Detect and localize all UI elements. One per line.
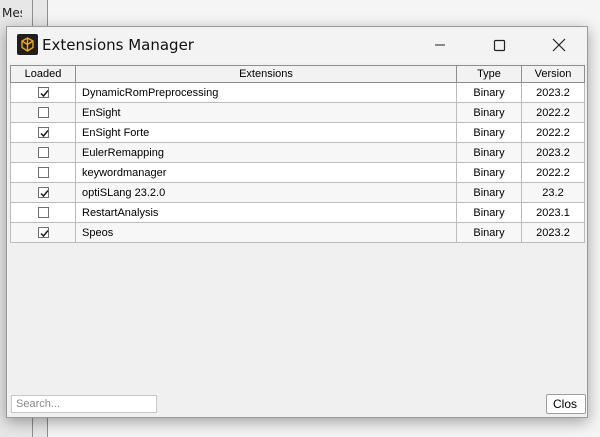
extension-type-cell: Binary — [456, 202, 522, 223]
extension-name-cell: EulerRemapping — [75, 142, 457, 163]
loaded-cell — [10, 142, 76, 163]
extensions-table-area: Loaded Extensions Type Version DynamicRo… — [10, 65, 585, 389]
extension-type-cell: Binary — [456, 162, 522, 183]
extension-type-cell: Binary — [456, 102, 522, 123]
loaded-cell — [10, 222, 76, 243]
extension-name-cell: keywordmanager — [75, 162, 457, 183]
extensions-manager-dialog: Extensions Manager Loaded Extensions Typ… — [6, 26, 588, 418]
close-button[interactable]: Clos — [546, 394, 586, 414]
search-input[interactable] — [11, 395, 157, 413]
checkmark-icon — [39, 90, 49, 98]
title-bar[interactable]: Extensions Manager — [7, 27, 587, 63]
extension-name-cell: Speos — [75, 222, 457, 243]
table-row[interactable]: DynamicRomPreprocessing Binary 2023.2 — [10, 82, 585, 103]
loaded-cell — [10, 202, 76, 223]
table-header-row: Loaded Extensions Type Version — [10, 65, 585, 83]
maximize-button[interactable] — [476, 27, 522, 63]
loaded-cell — [10, 182, 76, 203]
extension-name-cell: RestartAnalysis — [75, 202, 457, 223]
maximize-icon — [493, 39, 505, 51]
extension-type-cell: Binary — [456, 182, 522, 203]
extension-version-cell: 2023.2 — [521, 222, 585, 243]
loaded-cell — [10, 102, 76, 123]
extension-type-cell: Binary — [456, 82, 522, 103]
extension-type-cell: Binary — [456, 122, 522, 143]
table-row[interactable]: EnSight Forte Binary 2022.2 — [10, 122, 585, 143]
checkmark-icon — [39, 230, 49, 238]
extension-version-cell: 2023.2 — [521, 142, 585, 163]
extension-version-cell: 23.2 — [521, 182, 585, 203]
extensions-table: Loaded Extensions Type Version DynamicRo… — [10, 65, 585, 243]
table-row[interactable]: EulerRemapping Binary 2023.2 — [10, 142, 585, 163]
close-icon — [552, 38, 566, 52]
loaded-cell — [10, 122, 76, 143]
column-header-loaded[interactable]: Loaded — [10, 65, 76, 83]
loaded-checkbox[interactable] — [37, 187, 49, 199]
extension-name-cell: EnSight Forte — [75, 122, 457, 143]
column-header-type[interactable]: Type — [456, 65, 522, 83]
table-row[interactable]: keywordmanager Binary 2022.2 — [10, 162, 585, 183]
extension-version-cell: 2023.1 — [521, 202, 585, 223]
close-window-button[interactable] — [536, 27, 582, 63]
checkmark-icon — [39, 190, 49, 198]
extension-type-cell: Binary — [456, 222, 522, 243]
table-row[interactable]: RestartAnalysis Binary 2023.1 — [10, 202, 585, 223]
extension-version-cell: 2022.2 — [521, 162, 585, 183]
extension-version-cell: 2022.2 — [521, 102, 585, 123]
column-header-extensions[interactable]: Extensions — [75, 65, 457, 83]
extension-name-cell: DynamicRomPreprocessing — [75, 82, 457, 103]
table-row[interactable]: Speos Binary 2023.2 — [10, 222, 585, 243]
minimize-icon — [435, 44, 445, 46]
loaded-checkbox[interactable] — [37, 227, 49, 239]
background-label: Mes — [2, 6, 22, 20]
loaded-checkbox[interactable] — [37, 127, 49, 139]
minimize-button[interactable] — [417, 27, 463, 63]
table-row[interactable]: optiSLang 23.2.0 Binary 23.2 — [10, 182, 585, 203]
loaded-checkbox[interactable] — [37, 207, 49, 219]
extension-version-cell: 2022.2 — [521, 122, 585, 143]
table-row[interactable]: EnSight Binary 2022.2 — [10, 102, 585, 123]
ansys-logo-icon — [17, 34, 38, 55]
loaded-cell — [10, 162, 76, 183]
extension-name-cell: EnSight — [75, 102, 457, 123]
column-header-version[interactable]: Version — [521, 65, 585, 83]
loaded-checkbox[interactable] — [37, 87, 49, 99]
extension-type-cell: Binary — [456, 142, 522, 163]
extension-name-cell: optiSLang 23.2.0 — [75, 182, 457, 203]
extension-version-cell: 2023.2 — [521, 82, 585, 103]
loaded-checkbox[interactable] — [37, 107, 49, 119]
loaded-checkbox[interactable] — [37, 147, 49, 159]
window-title: Extensions Manager — [42, 36, 194, 54]
loaded-cell — [10, 82, 76, 103]
checkmark-icon — [39, 130, 49, 138]
loaded-checkbox[interactable] — [37, 167, 49, 179]
